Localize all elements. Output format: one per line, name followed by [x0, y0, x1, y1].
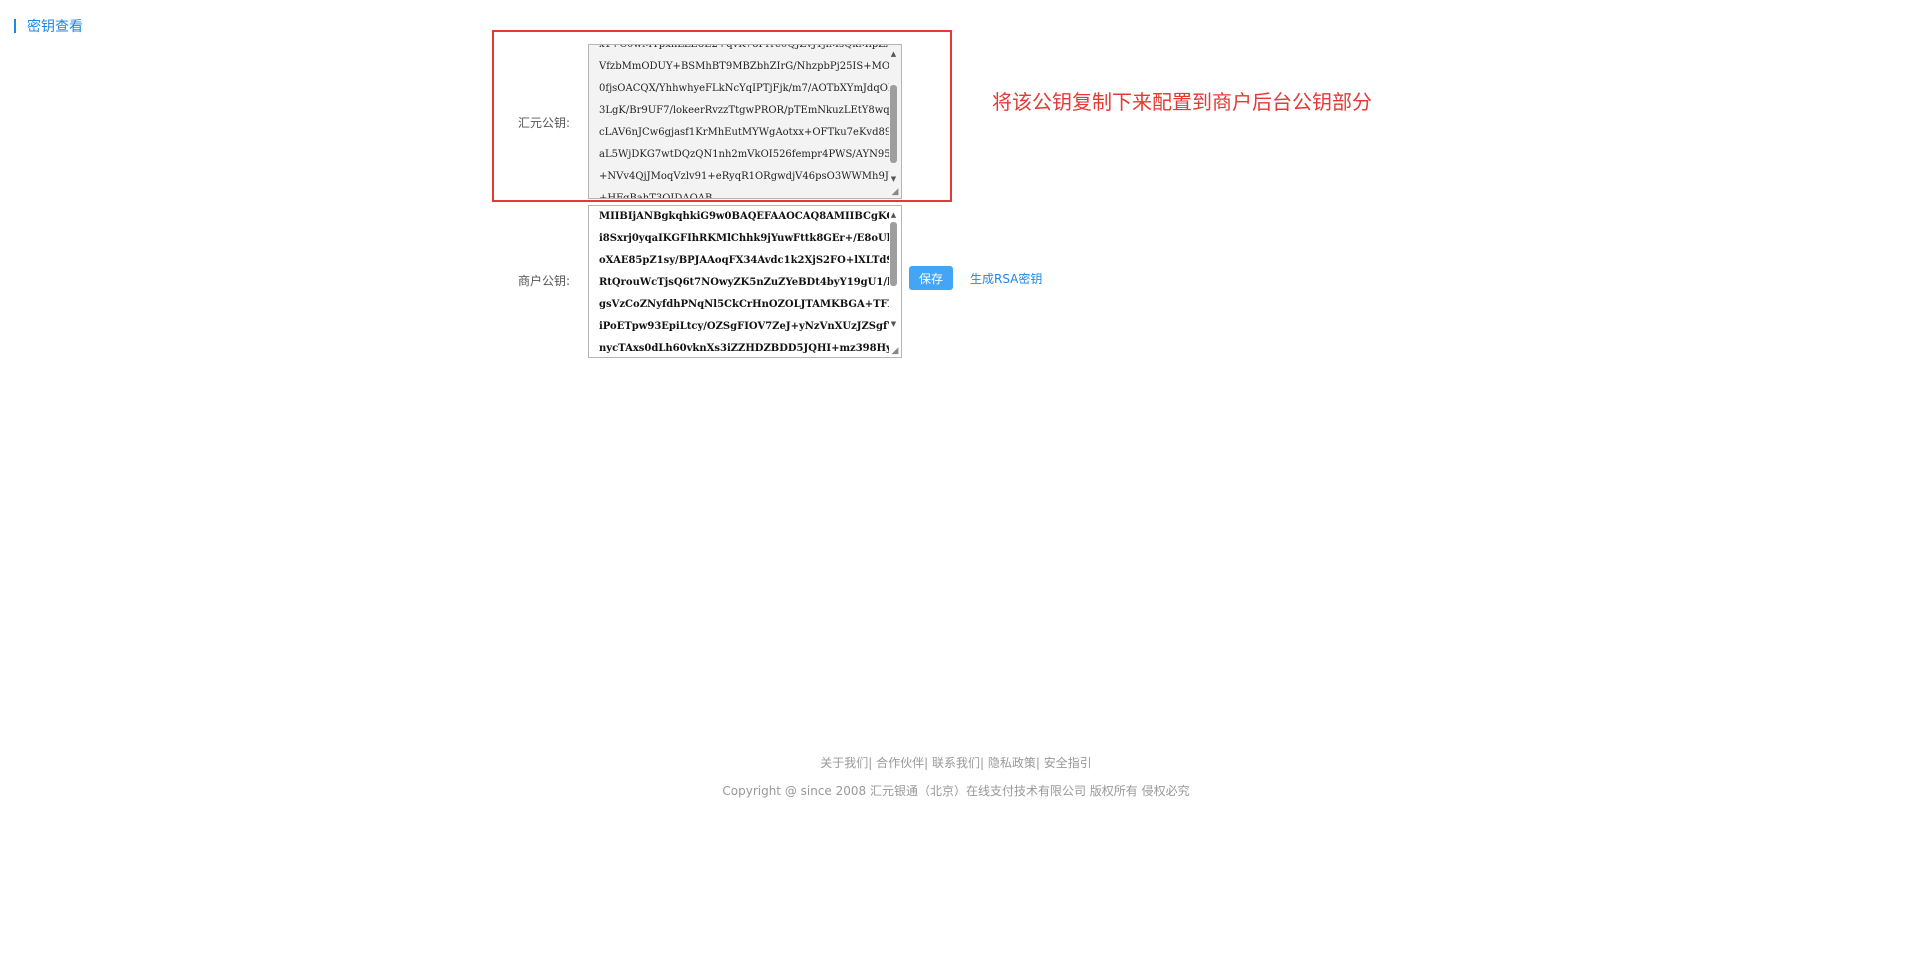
scroll-thumb[interactable] [890, 222, 897, 286]
merchant-key-scrollbar[interactable]: ▲ ▼ [888, 208, 899, 343]
scroll-up-icon[interactable]: ▲ [888, 210, 899, 220]
key-line: gsVzCoZNyfdhPNqNl5CkCrHnOZOLJTAMKBGA+TFX… [599, 299, 889, 310]
key-line: iPoETpw93EpiLtcy/OZSgFIOV7ZeJ+yNzVnXUzJZ… [599, 321, 889, 332]
footer-link[interactable]: 隐私政策 [988, 756, 1036, 770]
footer-links: 关于我们| 合作伙伴| 联系我们| 隐私政策| 安全指引 [0, 754, 1912, 771]
scroll-down-icon[interactable]: ▼ [888, 319, 899, 329]
footer-separator: | [1035, 756, 1044, 770]
footer-copyright: Copyright @ since 2008 汇元银通（北京）在线支付技术有限公… [722, 784, 1190, 798]
footer-separator: | [980, 756, 988, 770]
merchant-key-label: 商户公钥: [517, 274, 570, 288]
footer-link[interactable]: 安全指引 [1044, 756, 1092, 770]
key-line: oXAE85pZ1sy/BPJAAoqFX34Avdc1k2XjS2FO+lXL… [599, 255, 889, 266]
highlight-frame [492, 30, 952, 202]
merchant-key-textarea[interactable]: MIIBIjANBgkqhkiG9w0BAQEFAAOCAQ8AMIIBCgKC… [588, 205, 902, 358]
footer-separator: | [924, 756, 932, 770]
section-accent-bar [14, 19, 16, 33]
section-title: 密钥查看 [27, 19, 83, 35]
annotation-note: 将该公钥复制下来配置到商户后台公钥部分 [992, 90, 1372, 114]
merchant-key-text: MIIBIjANBgkqhkiG9w0BAQEFAAOCAQ8AMIIBCgKC… [599, 206, 889, 357]
key-line: RtQrouWcTjsQ6t7NOwyZK5nZuZYeBDt4byY19gU1… [599, 277, 889, 288]
footer-link[interactable]: 合作伙伴 [876, 756, 924, 770]
key-line: MIIBIjANBgkqhkiG9w0BAQEFAAOCAQ8AMIIBCgKC… [599, 211, 889, 222]
section-header: 密钥查看 [14, 17, 83, 35]
key-view-page: 密钥查看 汇元公钥: x1+C0wMYpxnLLE8E2+qvK78Frre0Q… [0, 0, 1912, 962]
key-line: i8Sxrj0yqaIKGFIhRKMlChhk9jYuwFttk8GEr+/E… [599, 233, 889, 244]
footer-separator: | [868, 756, 877, 770]
key-line: nycTAxs0dLh60vknXs3iZZHDZBDD5JQHI+mz398H… [599, 343, 889, 354]
save-button[interactable]: 保存 [909, 266, 953, 290]
footer-link[interactable]: 联系我们 [932, 756, 980, 770]
generate-rsa-key-link[interactable]: 生成RSA密钥 [970, 270, 1042, 287]
footer-link[interactable]: 关于我们 [820, 756, 868, 770]
resize-grip-icon[interactable]: ◢ [890, 346, 900, 356]
